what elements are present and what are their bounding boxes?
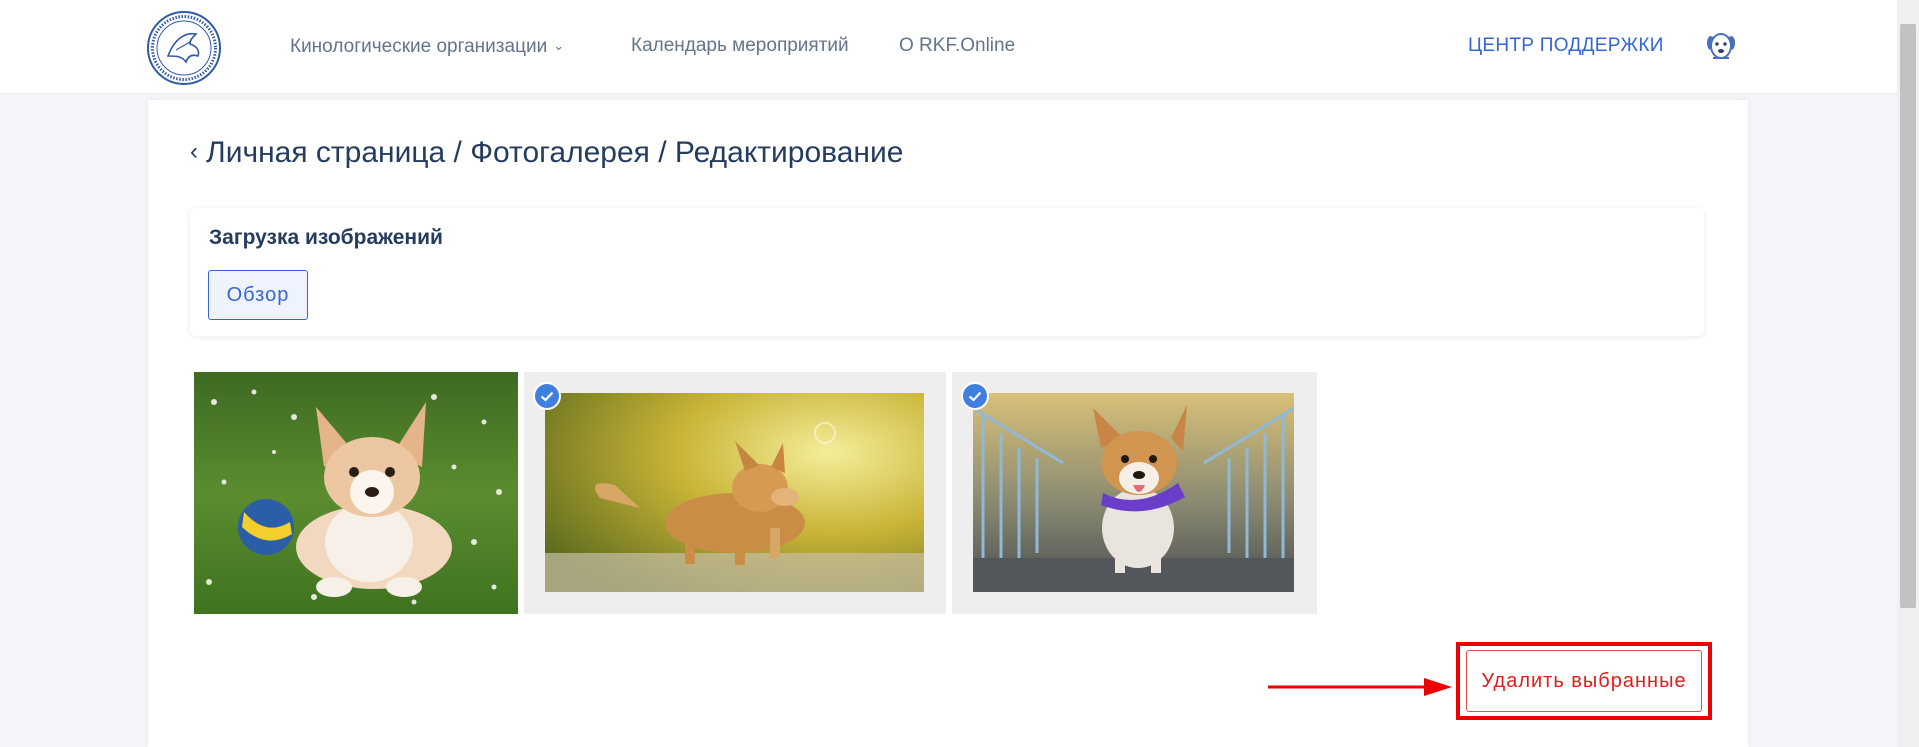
support-center-link[interactable]: ЦЕНТР ПОДДЕРЖКИ <box>1468 34 1664 58</box>
scrollbar-thumb[interactable] <box>1900 24 1916 608</box>
upload-title: Загрузка изображений <box>209 226 443 249</box>
page-title: ‹ Личная страница / Фотогалерея / Редакти… <box>190 134 903 171</box>
nav-item-events-calendar[interactable]: Календарь мероприятий <box>631 34 849 58</box>
nav-item-kennel-orgs[interactable]: Кинологические организации ⌄ <box>290 34 564 59</box>
browse-button[interactable]: Обзор <box>208 270 308 320</box>
gallery-photo-1[interactable] <box>194 372 518 614</box>
nav-item-about[interactable]: О RKF.Online <box>899 34 1015 58</box>
nav-label: О RKF.Online <box>899 35 1016 56</box>
gallery-photo-3[interactable] <box>973 393 1294 592</box>
chevron-down-icon: ⌄ <box>553 38 565 53</box>
dog-avatar-icon[interactable] <box>1703 28 1739 64</box>
nav-label: Кинологические организации <box>290 36 548 57</box>
chevron-left-icon[interactable]: ‹ <box>190 134 198 170</box>
rkf-emblem-logo[interactable] <box>146 10 222 86</box>
breadcrumb: Личная страница / Фотогалерея / Редактир… <box>206 136 904 169</box>
delete-selected-button[interactable]: Удалить выбранные <box>1466 650 1702 712</box>
nav-label: Календарь мероприятий <box>631 35 849 56</box>
selected-check-icon[interactable] <box>961 382 989 410</box>
arrow-right-annotation-icon <box>1268 678 1452 696</box>
gallery-photo-2[interactable] <box>545 393 924 592</box>
top-header: Кинологические организации ⌄ Календарь ме… <box>0 0 1897 94</box>
selected-check-icon[interactable] <box>533 382 561 410</box>
